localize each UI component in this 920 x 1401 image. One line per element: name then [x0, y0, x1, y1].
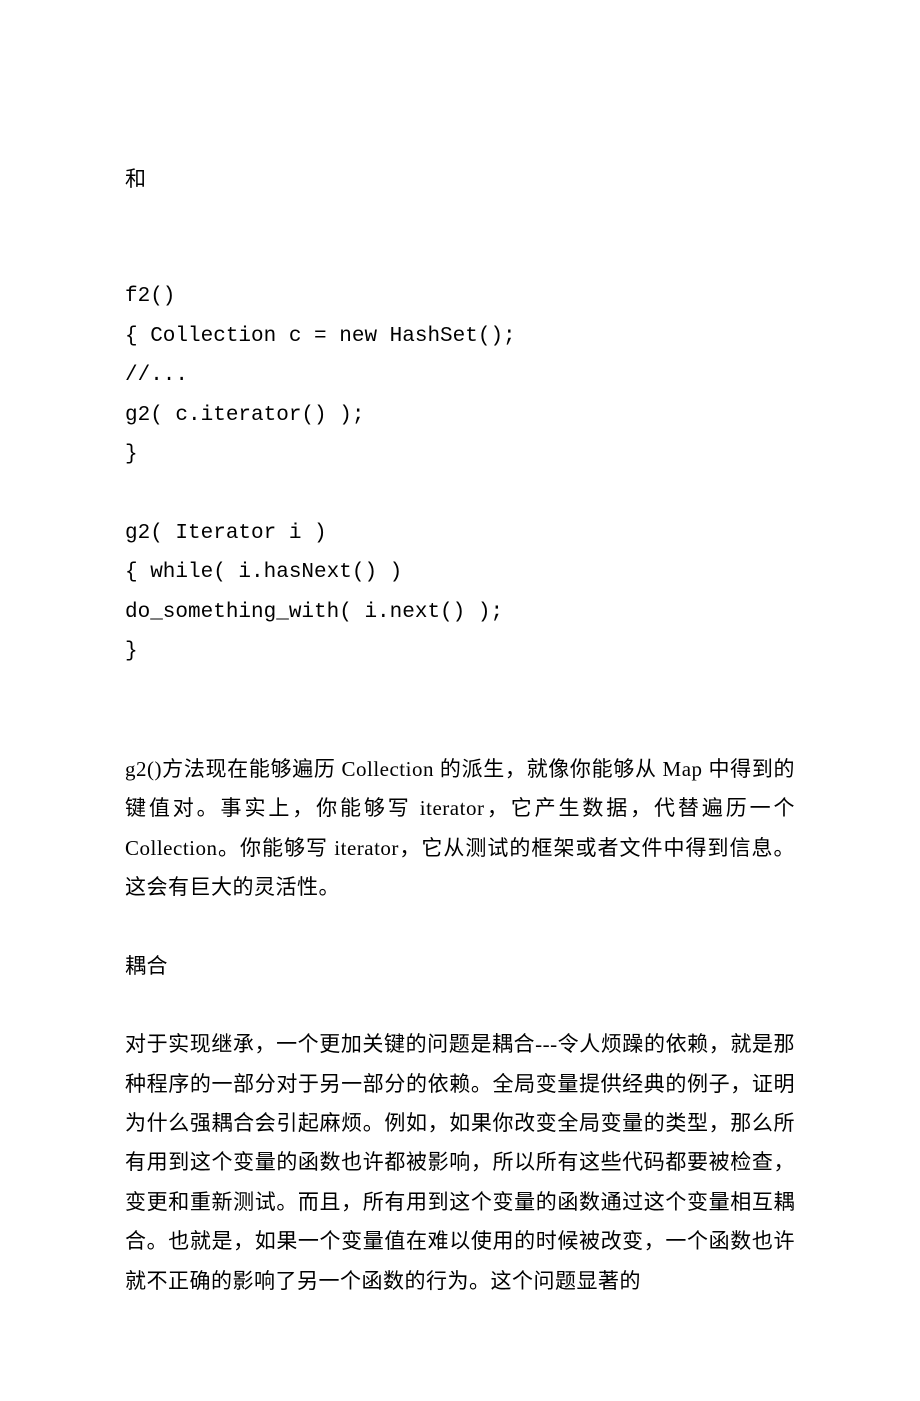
- code-line: { while( i.hasNext() ): [125, 553, 795, 592]
- blank-line: [125, 199, 795, 238]
- code-line: g2( Iterator i ): [125, 514, 795, 553]
- code-line: { Collection c = new HashSet();: [125, 317, 795, 356]
- blank-line: [125, 475, 795, 514]
- section-heading: 耦合: [125, 947, 795, 986]
- blank-line: [125, 711, 795, 750]
- blank-line: [125, 238, 795, 277]
- code-line: }: [125, 632, 795, 671]
- paragraph: g2()方法现在能够遍历 Collection 的派生，就像你能够从 Map 中…: [125, 750, 795, 908]
- paragraph: 对于实现继承，一个更加关键的问题是耦合---令人烦躁的依赖，就是那种程序的一部分…: [125, 1025, 795, 1301]
- document-page: 和 f2() { Collection c = new HashSet(); /…: [0, 0, 920, 1401]
- code-line: //...: [125, 356, 795, 395]
- code-line: g2( c.iterator() );: [125, 396, 795, 435]
- blank-line: [125, 672, 795, 711]
- blank-line: [125, 986, 795, 1025]
- text-line: 和: [125, 160, 795, 199]
- blank-line: [125, 908, 795, 947]
- code-line: do_something_with( i.next() );: [125, 593, 795, 632]
- code-line: }: [125, 435, 795, 474]
- code-line: f2(): [125, 277, 795, 316]
